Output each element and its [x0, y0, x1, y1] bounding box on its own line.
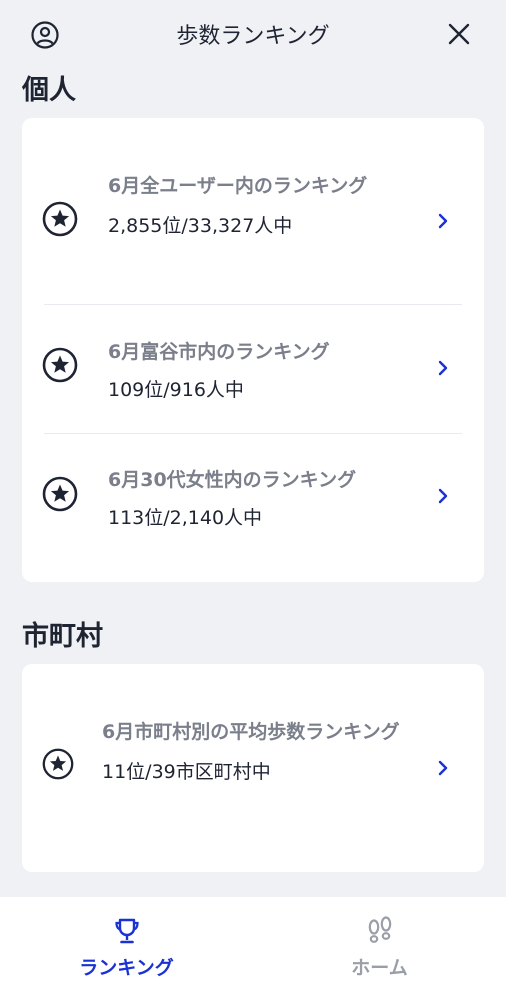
- ranking-row-age-gender[interactable]: 6月30代女性内のランキング 113位/2,140人中: [22, 434, 484, 582]
- page-title: 歩数ランキング: [176, 24, 330, 49]
- trophy-icon: [114, 918, 139, 944]
- ranking-value: 11位/39市区町村中: [102, 761, 271, 783]
- tab-ranking-label: ランキング: [79, 957, 174, 979]
- close-icon[interactable]: [446, 21, 472, 47]
- ranking-label: 6月富谷市内のランキング: [108, 341, 330, 363]
- personal-ranking-card: 6月全ユーザー内のランキング 2,855位/33,327人中 6月富谷市内のラン…: [22, 118, 484, 582]
- star-circle-icon: [42, 476, 78, 512]
- tab-home[interactable]: ホーム: [253, 897, 506, 1000]
- footprints-icon: [368, 916, 391, 943]
- chevron-right-icon: [438, 213, 448, 229]
- ranking-label: 6月市町村別の平均歩数ランキング: [102, 721, 400, 743]
- section-title-personal: 個人: [22, 75, 76, 106]
- bottom-tab-bar: ランキング ホーム: [0, 897, 506, 1000]
- ranking-value: 113位/2,140人中: [108, 507, 263, 529]
- ranking-row-text: 6月30代女性内のランキング 113位/2,140人中: [108, 462, 414, 536]
- ranking-label: 6月30代女性内のランキング: [108, 469, 357, 491]
- ranking-value: 2,855位/33,327人中: [108, 215, 293, 237]
- chevron-right-icon: [438, 760, 448, 776]
- ranking-row-text: 6月全ユーザー内のランキング 2,855位/33,327人中: [108, 168, 414, 244]
- ranking-row-text: 6月市町村別の平均歩数ランキング 11位/39市区町村中: [102, 714, 414, 790]
- ranking-row-text: 6月富谷市内のランキング 109位/916人中: [108, 334, 414, 408]
- star-circle-icon: [42, 748, 74, 780]
- star-circle-icon: [42, 347, 78, 383]
- chevron-right-icon: [438, 360, 448, 376]
- tab-home-label: ホーム: [351, 957, 408, 979]
- ranking-row-all-users[interactable]: 6月全ユーザー内のランキング 2,855位/33,327人中: [22, 118, 484, 304]
- ranking-row-city[interactable]: 6月富谷市内のランキング 109位/916人中: [22, 305, 484, 433]
- section-title-municipality: 市町村: [22, 621, 103, 652]
- ranking-value: 109位/916人中: [108, 379, 244, 401]
- star-circle-icon: [42, 201, 78, 237]
- ranking-label: 6月全ユーザー内のランキング: [108, 175, 368, 197]
- chevron-right-icon: [438, 488, 448, 504]
- ranking-row-municipality-average[interactable]: 6月市町村別の平均歩数ランキング 11位/39市区町村中: [22, 664, 484, 872]
- municipality-ranking-card: 6月市町村別の平均歩数ランキング 11位/39市区町村中: [22, 664, 484, 872]
- top-bar: 歩数ランキング: [0, 0, 506, 66]
- tab-ranking[interactable]: ランキング: [0, 897, 253, 1000]
